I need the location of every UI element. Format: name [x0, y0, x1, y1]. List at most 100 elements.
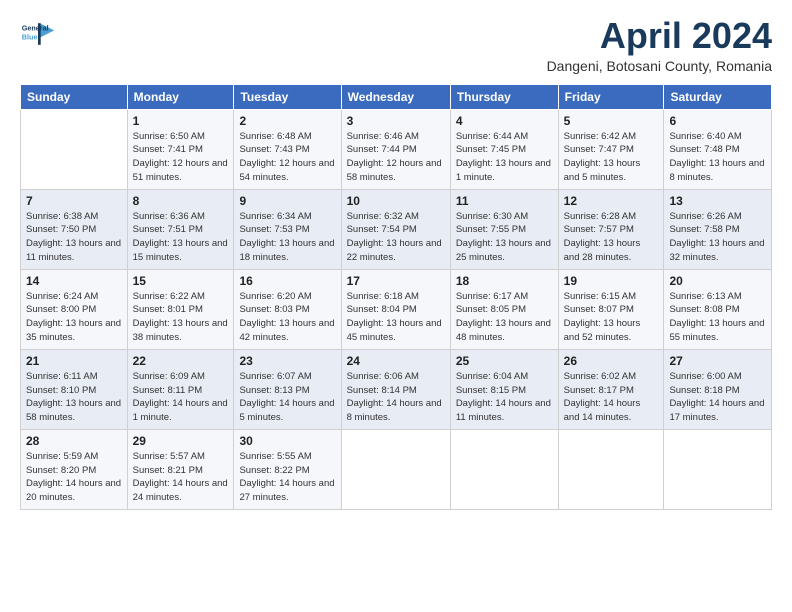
- day-info: Sunrise: 6:38 AMSunset: 7:50 PMDaylight:…: [26, 210, 122, 265]
- day-info: Sunrise: 5:55 AMSunset: 8:22 PMDaylight:…: [239, 450, 335, 505]
- weekday-header-sunday: Sunday: [21, 84, 128, 109]
- svg-text:Blue: Blue: [22, 32, 38, 41]
- calendar-cell: 26 Sunrise: 6:02 AMSunset: 8:17 PMDayligh…: [558, 349, 664, 429]
- calendar-cell: [21, 109, 128, 189]
- day-info: Sunrise: 6:28 AMSunset: 7:57 PMDaylight:…: [564, 210, 659, 265]
- calendar-cell: [450, 429, 558, 509]
- header: General Blue April 2024 Dangeni, Botosan…: [20, 16, 772, 74]
- weekday-header-monday: Monday: [127, 84, 234, 109]
- day-number: 11: [456, 194, 553, 208]
- calendar-cell: 12 Sunrise: 6:28 AMSunset: 7:57 PMDayligh…: [558, 189, 664, 269]
- day-info: Sunrise: 6:34 AMSunset: 7:53 PMDaylight:…: [239, 210, 335, 265]
- calendar-cell: 19 Sunrise: 6:15 AMSunset: 8:07 PMDayligh…: [558, 269, 664, 349]
- day-number: 8: [133, 194, 229, 208]
- day-info: Sunrise: 6:07 AMSunset: 8:13 PMDaylight:…: [239, 370, 335, 425]
- day-number: 24: [347, 354, 445, 368]
- day-number: 13: [669, 194, 766, 208]
- day-number: 1: [133, 114, 229, 128]
- weekday-header-saturday: Saturday: [664, 84, 772, 109]
- calendar-cell: 13Sunrise: 6:26 AMSunset: 7:58 PMDayligh…: [664, 189, 772, 269]
- calendar-cell: 30Sunrise: 5:55 AMSunset: 8:22 PMDayligh…: [234, 429, 341, 509]
- day-info: Sunrise: 6:04 AMSunset: 8:15 PMDaylight:…: [456, 370, 553, 425]
- day-info: Sunrise: 6:24 AMSunset: 8:00 PMDaylight:…: [26, 290, 122, 345]
- day-info: Sunrise: 6:20 AMSunset: 8:03 PMDaylight:…: [239, 290, 335, 345]
- day-info: Sunrise: 5:57 AMSunset: 8:21 PMDaylight:…: [133, 450, 229, 505]
- day-number: 9: [239, 194, 335, 208]
- day-info: Sunrise: 6:36 AMSunset: 7:51 PMDaylight:…: [133, 210, 229, 265]
- day-number: 16: [239, 274, 335, 288]
- day-info: Sunrise: 6:42 AMSunset: 7:47 PMDaylight:…: [564, 130, 659, 185]
- day-number: 21: [26, 354, 122, 368]
- day-number: 29: [133, 434, 229, 448]
- day-number: 5: [564, 114, 659, 128]
- day-info: Sunrise: 6:09 AMSunset: 8:11 PMDaylight:…: [133, 370, 229, 425]
- day-number: 19: [564, 274, 659, 288]
- day-number: 2: [239, 114, 335, 128]
- day-number: 26: [564, 354, 659, 368]
- calendar-cell: 17 Sunrise: 6:18 AMSunset: 8:04 PMDayligh…: [341, 269, 450, 349]
- calendar: SundayMondayTuesdayWednesdayThursdayFrid…: [20, 84, 772, 510]
- calendar-cell: 25 Sunrise: 6:04 AMSunset: 8:15 PMDayligh…: [450, 349, 558, 429]
- day-info: Sunrise: 6:17 AMSunset: 8:05 PMDaylight:…: [456, 290, 553, 345]
- calendar-cell: [558, 429, 664, 509]
- weekday-header-thursday: Thursday: [450, 84, 558, 109]
- day-info: Sunrise: 6:40 AMSunset: 7:48 PMDaylight:…: [669, 130, 766, 185]
- logo-icon: General Blue: [20, 16, 56, 52]
- day-number: 27: [669, 354, 766, 368]
- day-info: Sunrise: 6:32 AMSunset: 7:54 PMDaylight:…: [347, 210, 445, 265]
- page: General Blue April 2024 Dangeni, Botosan…: [0, 0, 792, 612]
- subtitle: Dangeni, Botosani County, Romania: [547, 58, 772, 74]
- day-info: Sunrise: 6:18 AMSunset: 8:04 PMDaylight:…: [347, 290, 445, 345]
- day-info: Sunrise: 6:48 AMSunset: 7:43 PMDaylight:…: [239, 130, 335, 185]
- calendar-cell: 2 Sunrise: 6:48 AMSunset: 7:43 PMDaylight…: [234, 109, 341, 189]
- calendar-cell: 28 Sunrise: 5:59 AMSunset: 8:20 PMDayligh…: [21, 429, 128, 509]
- day-info: Sunrise: 6:50 AMSunset: 7:41 PMDaylight:…: [133, 130, 229, 185]
- calendar-cell: 3Sunrise: 6:46 AMSunset: 7:44 PMDaylight…: [341, 109, 450, 189]
- day-info: Sunrise: 6:30 AMSunset: 7:55 PMDaylight:…: [456, 210, 553, 265]
- day-info: Sunrise: 6:00 AMSunset: 8:18 PMDaylight:…: [669, 370, 766, 425]
- logo: General Blue: [20, 16, 56, 52]
- svg-text:General: General: [22, 23, 49, 32]
- day-info: Sunrise: 5:59 AMSunset: 8:20 PMDaylight:…: [26, 450, 122, 505]
- day-info: Sunrise: 6:13 AMSunset: 8:08 PMDaylight:…: [669, 290, 766, 345]
- calendar-cell: 20 Sunrise: 6:13 AMSunset: 8:08 PMDayligh…: [664, 269, 772, 349]
- calendar-cell: 14 Sunrise: 6:24 AMSunset: 8:00 PMDayligh…: [21, 269, 128, 349]
- calendar-cell: 10 Sunrise: 6:32 AMSunset: 7:54 PMDayligh…: [341, 189, 450, 269]
- day-number: 7: [26, 194, 122, 208]
- day-number: 15: [133, 274, 229, 288]
- day-number: 4: [456, 114, 553, 128]
- day-number: 23: [239, 354, 335, 368]
- weekday-header-wednesday: Wednesday: [341, 84, 450, 109]
- day-number: 20: [669, 274, 766, 288]
- calendar-cell: 8 Sunrise: 6:36 AMSunset: 7:51 PMDaylight…: [127, 189, 234, 269]
- day-info: Sunrise: 6:06 AMSunset: 8:14 PMDaylight:…: [347, 370, 445, 425]
- calendar-cell: 9 Sunrise: 6:34 AMSunset: 7:53 PMDaylight…: [234, 189, 341, 269]
- day-info: Sunrise: 6:15 AMSunset: 8:07 PMDaylight:…: [564, 290, 659, 345]
- day-number: 17: [347, 274, 445, 288]
- day-number: 10: [347, 194, 445, 208]
- day-number: 12: [564, 194, 659, 208]
- day-number: 25: [456, 354, 553, 368]
- title-block: April 2024 Dangeni, Botosani County, Rom…: [547, 16, 772, 74]
- calendar-cell: 16 Sunrise: 6:20 AMSunset: 8:03 PMDayligh…: [234, 269, 341, 349]
- day-number: 22: [133, 354, 229, 368]
- day-number: 14: [26, 274, 122, 288]
- day-info: Sunrise: 6:11 AMSunset: 8:10 PMDaylight:…: [26, 370, 122, 425]
- weekday-header-friday: Friday: [558, 84, 664, 109]
- calendar-cell: [664, 429, 772, 509]
- day-number: 28: [26, 434, 122, 448]
- calendar-cell: 21 Sunrise: 6:11 AMSunset: 8:10 PMDayligh…: [21, 349, 128, 429]
- calendar-cell: 6Sunrise: 6:40 AMSunset: 7:48 PMDaylight…: [664, 109, 772, 189]
- calendar-cell: 22 Sunrise: 6:09 AMSunset: 8:11 PMDayligh…: [127, 349, 234, 429]
- calendar-cell: 27 Sunrise: 6:00 AMSunset: 8:18 PMDayligh…: [664, 349, 772, 429]
- weekday-header-tuesday: Tuesday: [234, 84, 341, 109]
- calendar-cell: [341, 429, 450, 509]
- calendar-cell: 24 Sunrise: 6:06 AMSunset: 8:14 PMDayligh…: [341, 349, 450, 429]
- calendar-cell: 5 Sunrise: 6:42 AMSunset: 7:47 PMDaylight…: [558, 109, 664, 189]
- day-number: 18: [456, 274, 553, 288]
- calendar-cell: 15Sunrise: 6:22 AMSunset: 8:01 PMDayligh…: [127, 269, 234, 349]
- day-info: Sunrise: 6:44 AMSunset: 7:45 PMDaylight:…: [456, 130, 553, 185]
- calendar-cell: 4 Sunrise: 6:44 AMSunset: 7:45 PMDaylight…: [450, 109, 558, 189]
- day-info: Sunrise: 6:02 AMSunset: 8:17 PMDaylight:…: [564, 370, 659, 425]
- calendar-cell: 23 Sunrise: 6:07 AMSunset: 8:13 PMDayligh…: [234, 349, 341, 429]
